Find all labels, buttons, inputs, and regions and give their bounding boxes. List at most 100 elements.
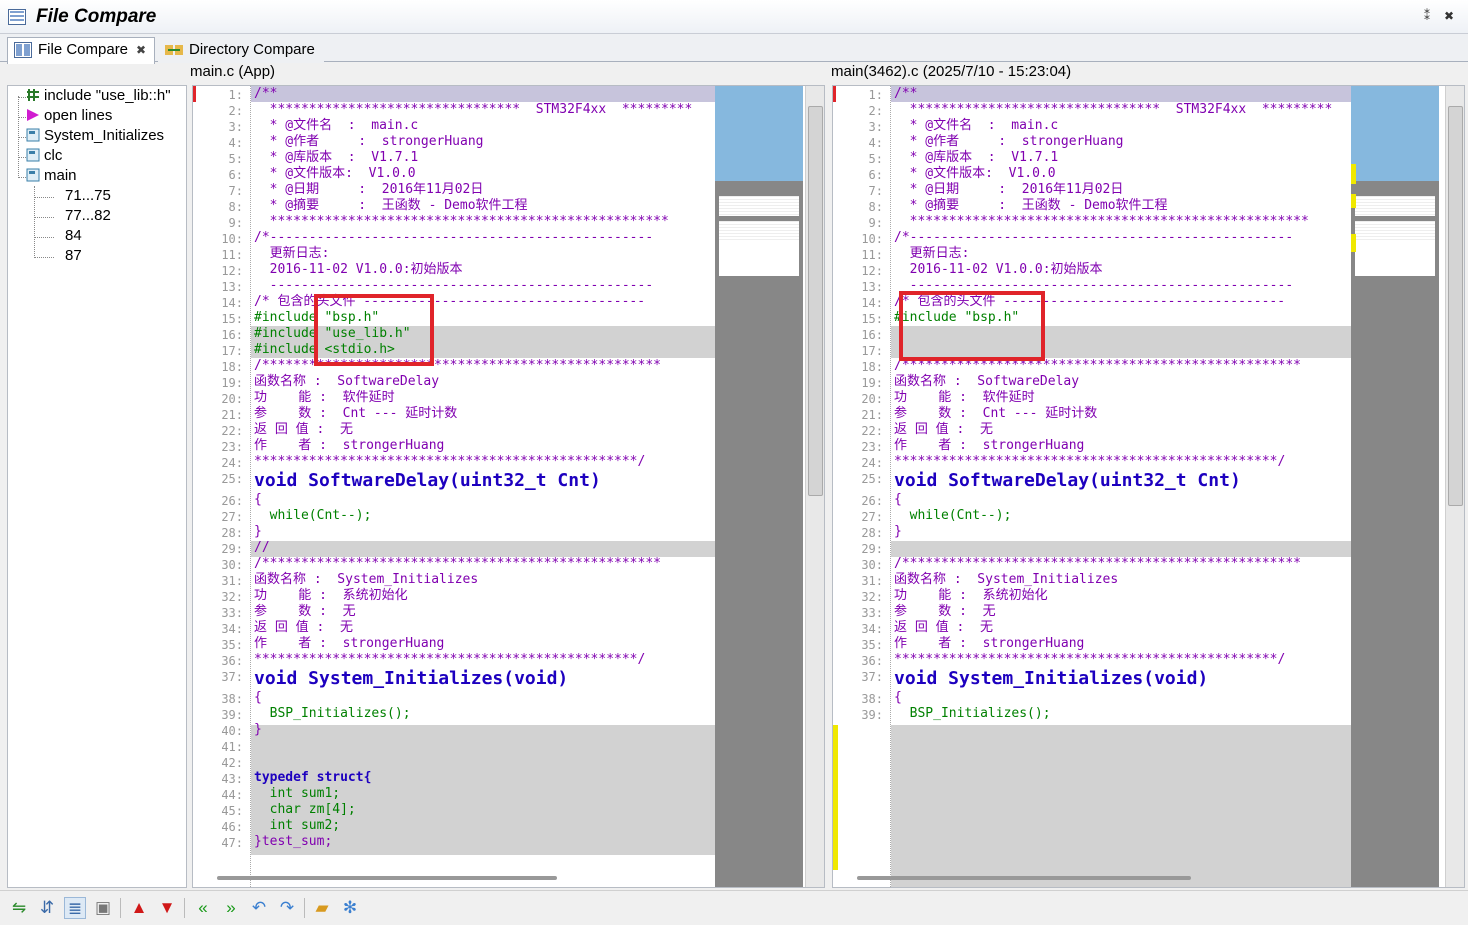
line-number: 34: <box>221 622 243 636</box>
tree-item-lines[interactable]: 77...82 <box>65 207 111 227</box>
next-diff-icon[interactable]: ▼ <box>156 897 178 919</box>
code-line: void SoftwareDelay(uint32_t Cnt) <box>894 470 1241 491</box>
right-vertical-scrollbar[interactable] <box>1445 86 1464 887</box>
line-number: 2: <box>868 104 883 118</box>
code-line: * @文件名 : main.c <box>254 118 419 133</box>
line-number: 37: <box>221 670 243 684</box>
left-vertical-scrollbar[interactable] <box>805 86 824 887</box>
tree-item-system-initializes[interactable]: System_Initializes <box>26 127 164 147</box>
prev-diff-icon[interactable]: ▲ <box>128 897 150 919</box>
line-number: 17: <box>861 344 883 358</box>
code-line: * @摘要 : 王函数 - Demo软件工程 <box>254 198 528 213</box>
code-line: * @作者 : strongerHuang <box>894 134 1124 149</box>
line-number: 2: <box>228 104 243 118</box>
line-number: 14: <box>861 296 883 310</box>
code-line: char zm[4]; <box>254 802 356 817</box>
close-button[interactable]: ✖ <box>1444 9 1454 23</box>
line-number: 25: <box>861 472 883 486</box>
line-number: 7: <box>228 184 243 198</box>
line-number: 7: <box>868 184 883 198</box>
line-number: 16: <box>861 328 883 342</box>
left-horizontal-scrollbar[interactable] <box>217 876 557 880</box>
right-horizontal-scrollbar[interactable] <box>857 876 1191 880</box>
tab-close-icon[interactable]: ✖ <box>136 43 146 57</box>
right-file-header: main(3462).c (2025/7/10 - 15:23:04) <box>831 63 1072 80</box>
code-line: } <box>254 722 262 737</box>
annotation-box <box>314 294 434 366</box>
code-line: ******************************** STM32F4… <box>254 102 693 117</box>
code-line: /*--------------------------------------… <box>894 230 1294 245</box>
tab-file-compare[interactable]: File Compare ✖ <box>7 37 156 64</box>
function-icon <box>26 148 40 162</box>
line-number: 5: <box>868 152 883 166</box>
tree-item-include[interactable]: include "use_lib::h" <box>26 87 171 107</box>
file-compare-icon <box>8 9 26 25</box>
code-line: } <box>894 524 902 539</box>
code-line: void System_Initializes(void) <box>254 668 569 689</box>
line-number: 42: <box>221 756 243 770</box>
settings-icon[interactable]: ✻ <box>339 897 361 919</box>
left-code-pane[interactable]: 1: /** 2: ********************************… <box>192 85 825 888</box>
tree-item-main[interactable]: main <box>26 167 77 187</box>
last-diff-icon[interactable]: » <box>220 897 242 919</box>
line-number: 10: <box>221 232 243 246</box>
code-line: /** <box>254 86 278 101</box>
line-number: 6: <box>228 168 243 182</box>
line-number: 36: <box>861 654 883 668</box>
sync-icon[interactable]: ⇋ <box>8 897 30 919</box>
line-number: 39: <box>221 708 243 722</box>
line-number: 6: <box>868 168 883 182</box>
line-number: 43: <box>221 772 243 786</box>
line-number: 8: <box>868 200 883 214</box>
code-line: 作 者 : strongerHuang <box>254 636 445 651</box>
line-number: 35: <box>861 638 883 652</box>
swap-files-icon[interactable]: ⇵ <box>36 897 58 919</box>
line-number: 22: <box>221 424 243 438</box>
line-number: 37: <box>861 670 883 684</box>
redo-icon[interactable]: ↷ <box>276 897 298 919</box>
first-diff-icon[interactable]: « <box>192 897 214 919</box>
code-line: * @摘要 : 王函数 - Demo软件工程 <box>894 198 1168 213</box>
line-number: 23: <box>221 440 243 454</box>
tab-directory-compare[interactable]: Directory Compare <box>158 37 324 63</box>
code-line: 返 回 值 : 无 <box>254 620 353 635</box>
tree-item-line[interactable]: 84 <box>65 227 82 247</box>
annotation-box <box>899 291 1045 361</box>
tree-item-lines[interactable]: 71...75 <box>65 187 111 207</box>
code-line: 返 回 值 : 无 <box>254 422 353 437</box>
code-line: * @文件名 : main.c <box>894 118 1059 133</box>
line-number: 40: <box>221 724 243 738</box>
line-number: 27: <box>861 510 883 524</box>
include-icon <box>27 89 39 101</box>
tree-item-open-lines[interactable]: open lines <box>26 107 112 127</box>
pin-button[interactable]: ⁑ <box>1424 9 1430 23</box>
line-number: 13: <box>861 280 883 294</box>
tab-bar: File Compare ✖ Directory Compare <box>0 34 1468 64</box>
line-number: 45: <box>221 804 243 818</box>
lock-icon[interactable]: ▣ <box>92 897 114 919</box>
line-number: 34: <box>861 622 883 636</box>
function-icon <box>26 168 40 182</box>
code-line: 2016-11-02 V1.0.0:初始版本 <box>894 262 1103 277</box>
code-line: void System_Initializes(void) <box>894 668 1209 689</box>
line-number: 24: <box>861 456 883 470</box>
line-number: 1: <box>868 88 883 102</box>
code-line: void SoftwareDelay(uint32_t Cnt) <box>254 470 601 491</box>
code-line: /*--------------------------------------… <box>254 230 654 245</box>
undo-icon[interactable]: ↶ <box>248 897 270 919</box>
right-minimap[interactable] <box>1351 86 1439 887</box>
line-number: 46: <box>221 820 243 834</box>
arrow-right-icon <box>27 109 39 121</box>
compare-icon[interactable]: ≣ <box>64 897 86 919</box>
tree-item-line[interactable]: 87 <box>65 247 82 267</box>
line-number: 30: <box>861 558 883 572</box>
code-line: * @文件版本: V1.0.0 <box>254 166 416 181</box>
code-line: 作 者 : strongerHuang <box>254 438 445 453</box>
window-title: File Compare <box>36 6 157 27</box>
tab-label: File Compare <box>38 41 129 58</box>
right-code-pane[interactable]: 1: /** 2: ********************************… <box>832 85 1465 888</box>
tree-item-clc[interactable]: clc <box>26 147 62 167</box>
line-number: 28: <box>221 526 243 540</box>
open-folder-icon[interactable]: ▰ <box>311 897 333 919</box>
left-minimap[interactable] <box>715 86 803 887</box>
